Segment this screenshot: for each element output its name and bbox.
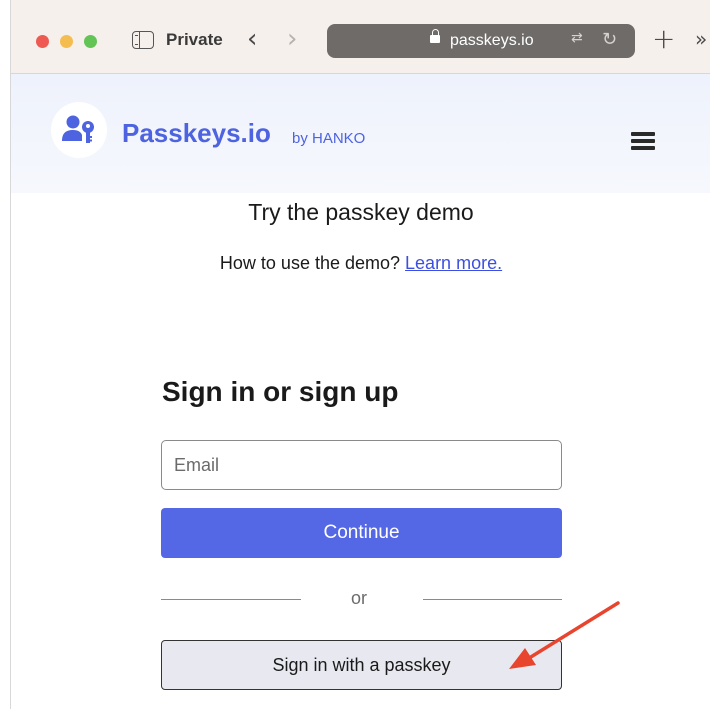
more-icon[interactable]: » [695, 27, 707, 51]
new-tab-icon[interactable]: + [652, 22, 675, 55]
passkey-button[interactable]: Sign in with a passkey [161, 640, 562, 690]
minimize-window-button[interactable] [60, 35, 73, 48]
divider-line-right [423, 599, 562, 600]
translate-icon[interactable]: ⇄ [571, 30, 583, 46]
zoom-window-button[interactable] [84, 35, 97, 48]
url-text: passkeys.io [450, 32, 534, 49]
brand-name[interactable]: Passkeys.io [122, 118, 271, 149]
address-bar[interactable]: passkeys.io ⇄ ↻ [327, 24, 635, 58]
browser-window: Private ‹ › passkeys.io ⇄ ↻ + » Passkeys… [10, 0, 710, 709]
demo-help: How to use the demo? Learn more. [11, 253, 710, 274]
email-field[interactable] [161, 440, 562, 490]
user-key-icon [62, 115, 94, 143]
demo-title: Try the passkey demo [248, 199, 474, 225]
continue-button[interactable]: Continue [161, 508, 562, 558]
logo[interactable] [51, 102, 107, 158]
lock-icon [430, 29, 440, 43]
close-window-button[interactable] [36, 35, 49, 48]
demo-help-text: How to use the demo? [219, 253, 401, 273]
divider-line-left [161, 599, 301, 600]
private-label: Private [166, 30, 223, 49]
divider-label: or [351, 588, 368, 608]
browser-toolbar: Private ‹ › passkeys.io ⇄ ↻ + » [11, 0, 710, 74]
reload-icon[interactable]: ↻ [602, 29, 617, 50]
brand-by-label: by HANKO [292, 130, 366, 147]
back-icon[interactable]: ‹ [247, 24, 257, 54]
sidebar-icon[interactable] [132, 31, 154, 49]
forward-icon[interactable]: › [287, 24, 297, 54]
signin-heading: Sign in or sign up [162, 376, 399, 407]
menu-icon[interactable] [631, 132, 655, 150]
site-header: Passkeys.io by HANKO [11, 74, 710, 193]
learn-more-link[interactable]: Learn more. [405, 253, 502, 273]
